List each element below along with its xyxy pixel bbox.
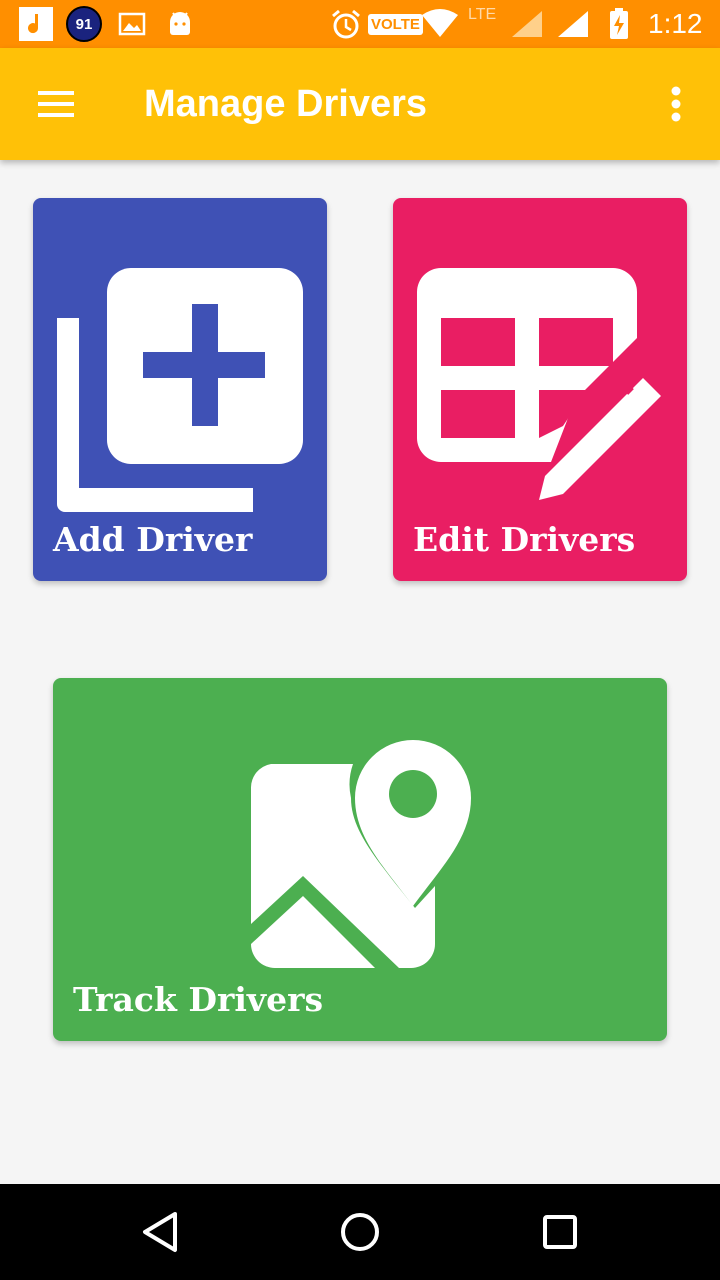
clock: 1:12 (648, 0, 703, 48)
more-vert-icon[interactable] (648, 76, 704, 132)
map-pin-icon (250, 738, 471, 975)
music-note-icon (18, 0, 54, 48)
lte-label: LTE (468, 6, 497, 23)
edit-drivers-tile[interactable]: Edit Drivers (393, 198, 687, 581)
alarm-icon (330, 0, 362, 48)
battery-charging-icon (608, 0, 630, 48)
notification-count: 91 (75, 15, 93, 33)
signal-icon-secondary (510, 0, 544, 48)
recents-square-icon[interactable] (530, 1202, 590, 1262)
edit-drivers-label: Edit Drivers (413, 520, 636, 559)
volte-icon: VOLTE (368, 0, 423, 48)
add-to-queue-icon (57, 266, 307, 521)
table-edit-icon (417, 266, 667, 511)
image-icon (118, 0, 146, 48)
lte-signal-icon: LTE (468, 0, 496, 48)
back-triangle-icon[interactable] (130, 1202, 190, 1262)
badge-count-icon: 91 (66, 0, 102, 48)
hamburger-menu-icon[interactable] (24, 72, 88, 136)
system-nav-bar (0, 1184, 720, 1280)
track-drivers-label: Track Drivers (73, 980, 324, 1019)
signal-icon (556, 0, 590, 48)
status-time: 1:12 (648, 8, 703, 39)
wifi-icon (422, 0, 458, 48)
page-title: Manage Drivers (144, 83, 428, 125)
home-circle-icon[interactable] (330, 1202, 390, 1262)
android-icon (166, 0, 194, 48)
add-driver-label: Add Driver (53, 520, 253, 559)
app-toolbar: Manage Drivers (0, 48, 720, 160)
status-bar: 91 VOLTE LTE 1:12 (0, 0, 720, 48)
add-driver-tile[interactable]: Add Driver (33, 198, 327, 581)
track-drivers-tile[interactable]: Track Drivers (53, 678, 667, 1041)
volte-label: VOLTE (368, 13, 423, 35)
